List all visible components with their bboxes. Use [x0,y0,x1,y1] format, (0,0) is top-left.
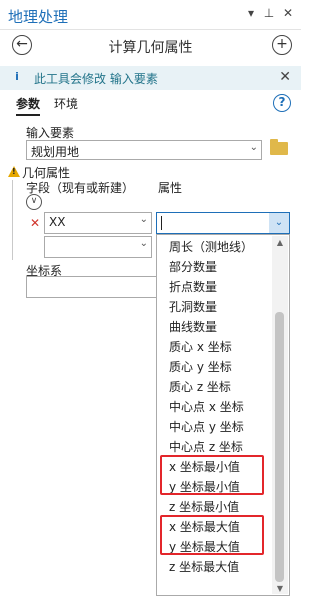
plus-circle-icon[interactable]: + [272,35,292,55]
option-hole-count[interactable]: 孔洞数量 [169,298,217,315]
option-centroid-z[interactable]: 质心 z 坐标 [169,378,231,395]
text-cursor [161,216,162,230]
input-features-label: 输入要素 [26,126,75,140]
pin-icon[interactable]: ⊥ [262,6,276,20]
highlight-box-max [160,515,264,555]
chevron-down-icon[interactable]: ⌄ [269,213,289,233]
option-curve-count[interactable]: 曲线数量 [169,318,217,335]
input-features-select[interactable]: 规划用地 ⌄ [26,140,262,160]
tool-title: 计算几何属性 [108,40,193,56]
panel-title: 地理处理 [8,8,69,26]
close-icon[interactable]: ✕ [281,6,295,20]
scroll-down-icon[interactable]: ▼ [272,584,288,593]
tab-parameters[interactable]: 参数 [16,95,41,116]
highlight-box-min [160,455,264,495]
attribute-column-header: 属性 [158,181,183,195]
info-icon: i [15,70,19,83]
info-message: 此工具会修改 输入要素 [34,72,158,86]
chevron-down-icon: ⌄ [139,238,148,249]
chevron-down-icon[interactable]: ▾ [244,6,258,20]
tab-bar: 参数 环境 ? [0,92,301,116]
option-inside-x[interactable]: 中心点 x 坐标 [169,398,244,415]
field-select-row2[interactable]: ⌄ [44,236,152,258]
option-perimeter-geodesic[interactable]: 周长（测地线） [169,238,253,255]
option-centroid-y[interactable]: 质心 y 坐标 [169,358,232,375]
remove-row-icon[interactable]: ✕ [30,216,40,230]
input-features-value: 规划用地 [31,145,80,159]
field-row1-value: XX [49,215,66,229]
option-extent-min-z[interactable]: z 坐标最小值 [169,498,239,515]
panel-titlebar: 地理处理 ▾ ⊥ ✕ [0,0,301,30]
attribute-select[interactable]: ⌄ [156,212,290,234]
option-inside-z[interactable]: 中心点 z 坐标 [169,438,243,455]
chevron-down-icon: ⌄ [249,142,258,153]
info-banner: i 此工具会修改 输入要素 ✕ [0,66,301,90]
chevron-down-icon: ⌄ [139,214,148,225]
option-extent-max-z[interactable]: z 坐标最大值 [169,558,239,575]
coordinate-system-input[interactable] [26,276,156,298]
help-icon[interactable]: ? [273,94,291,112]
field-select-row1[interactable]: XX ⌄ [44,212,152,234]
list-scroll-thumb[interactable] [275,312,284,582]
option-vertex-count[interactable]: 折点数量 [169,278,217,295]
scroll-up-icon[interactable]: ▲ [272,238,288,247]
tool-navbar: ← 计算几何属性 + [0,31,301,61]
collapse-icon[interactable]: ∨ [26,194,42,210]
group-divider [12,180,13,260]
close-icon[interactable]: ✕ [279,69,291,85]
option-part-count[interactable]: 部分数量 [169,258,217,275]
warning-mark: ! [12,167,16,176]
tab-environments[interactable]: 环境 [54,95,78,112]
option-centroid-x[interactable]: 质心 x 坐标 [169,338,232,355]
field-column-header: 字段（现有或新建） [26,181,135,195]
folder-icon[interactable] [270,139,288,155]
option-inside-y[interactable]: 中心点 y 坐标 [169,418,244,435]
